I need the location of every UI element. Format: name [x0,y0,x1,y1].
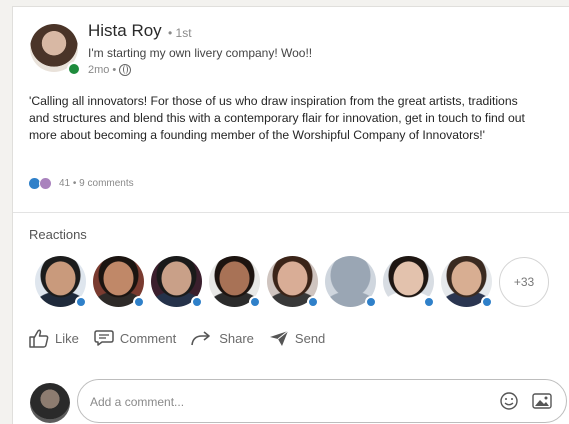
like-badge-icon [423,296,435,308]
like-badge-icon [481,296,493,308]
comment-label: Comment [119,330,177,346]
post-card: Hista Roy • 1st I'm starting my own live… [12,6,569,424]
like-badge-icon [75,296,87,308]
like-badge-icon [249,296,261,308]
celebrate-reaction-icon [39,177,52,190]
share-arrow-icon [191,331,211,346]
post-text: 'Calling all innovators! For those of us… [29,94,525,142]
reactors-list: +33 [35,256,549,308]
social-counts[interactable]: 41 • 9 comments [29,177,134,190]
share-button[interactable]: Share [190,329,254,347]
smiley-icon[interactable] [499,391,519,411]
reaction-comment-count: 41 • 9 comments [59,178,134,189]
divider [13,212,569,213]
like-badge-icon [191,296,203,308]
current-user-avatar [30,383,70,423]
comment-button[interactable]: Comment [93,329,176,347]
like-button[interactable]: Like [28,328,79,348]
globe-icon [119,64,132,76]
meta-separator: • [112,64,117,76]
online-status-dot [67,62,81,76]
send-label: Send [294,330,326,346]
post-actions: Like Comment Share Send [28,328,325,348]
send-button[interactable]: Send [268,329,325,347]
thumbs-up-icon [29,329,49,348]
reactor-avatar[interactable] [267,256,319,308]
comment-box [77,379,567,423]
reactor-avatar[interactable] [35,256,87,308]
author-name[interactable]: Hista Roy [88,21,162,41]
image-icon[interactable] [532,392,552,410]
reactor-avatar[interactable] [383,256,435,308]
like-label: Like [55,330,79,346]
post-meta: 2mo • [88,64,132,76]
speech-bubble-icon [94,330,114,346]
reactor-avatar[interactable] [151,256,203,308]
like-badge-icon [365,296,377,308]
like-badge-icon [307,296,319,308]
comment-input[interactable] [88,391,482,413]
like-badge-icon [133,296,145,308]
author-headline: I'm starting my own livery company! Woo!… [88,46,313,60]
reactions-title: Reactions [29,227,87,242]
post-time: 2mo [88,64,110,76]
more-reactions-button[interactable]: +33 [499,257,549,307]
paper-plane-icon [269,330,289,346]
reactor-avatar[interactable] [441,256,493,308]
reactor-avatar[interactable] [93,256,145,308]
reactor-avatar[interactable] [209,256,261,308]
connection-degree: • 1st [168,26,192,40]
share-label: Share [219,330,254,346]
reactor-avatar[interactable] [325,256,377,308]
